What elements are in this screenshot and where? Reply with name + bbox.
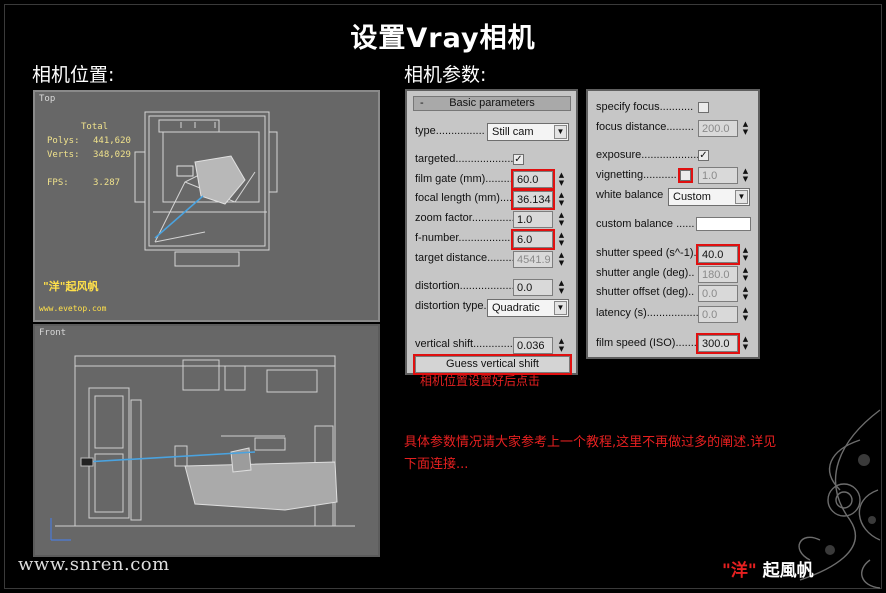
zoom-factor-label: zoom factor.............. [415, 212, 515, 224]
verts-value: 348,029 [93, 150, 131, 160]
front-viewport[interactable]: Front [33, 324, 380, 557]
guess-button-annotation: 相机位置设置好后点击 [420, 374, 541, 388]
shutter-offset-input[interactable]: 0.0 [698, 285, 738, 302]
vignetting-spinner-icon[interactable]: ▲ ▼ [741, 167, 750, 184]
shutter-angle-spinner-icon[interactable]: ▲ ▼ [741, 266, 750, 283]
reference-note: 具体参数情况请大家参考上一个教程,这里不再做过多的阐述.详见下面连接... [404, 435, 777, 472]
shutter-angle-label: shutter angle (deg).. [596, 267, 695, 279]
target-distance-label: target distance......... [415, 252, 515, 264]
custom-balance-label: custom balance ...... [596, 218, 695, 230]
stats-header: Total [81, 122, 109, 132]
film-speed-input[interactable]: 300.0 [696, 333, 740, 354]
camera-type-value: Still cam [492, 126, 534, 138]
focus-distance-input[interactable]: 200.0 [698, 120, 738, 137]
fps-label: FPS: [47, 178, 69, 188]
distortion-type-label: distortion type. [415, 300, 487, 312]
film-speed-spinner-icon[interactable]: ▲ ▼ [741, 335, 750, 352]
specify-focus-label: specify focus........... [596, 101, 694, 113]
logo-url: www.evetop.com [39, 304, 107, 313]
chevron-down-icon: ▼ [735, 190, 748, 204]
guess-vertical-shift-button[interactable]: Guess vertical shift [413, 354, 572, 375]
chevron-down-icon: ▼ [554, 125, 567, 139]
latency-spinner-icon[interactable]: ▲ ▼ [741, 306, 750, 323]
distortion-spinner-icon[interactable]: ▲ ▼ [557, 279, 566, 296]
basic-parameters-header[interactable]: - Basic parameters [413, 96, 571, 111]
vertical-shift-spinner-icon[interactable]: ▲ ▼ [557, 337, 566, 354]
focus-distance-spinner-icon[interactable]: ▲ ▼ [741, 120, 750, 137]
page-title: 设置Vray相机 [350, 23, 536, 54]
front-viewport-label: Front [39, 328, 67, 338]
shutter-offset-spinner-icon[interactable]: ▲ ▼ [741, 285, 750, 302]
scene-stats: Total Polys: 441,620 Verts: 348,029 FPS: 3.… [47, 120, 131, 190]
chevron-down-icon: ▼ [554, 301, 567, 315]
white-balance-label: white balance [596, 189, 664, 201]
type-label: type................ [415, 125, 485, 137]
vignetting-label: vignetting........... [596, 169, 677, 181]
zoom-factor-spinner-icon[interactable]: ▲ ▼ [557, 211, 566, 228]
footer-website: www.snren.com [18, 554, 170, 575]
target-distance-input[interactable]: 4541.9 [513, 251, 553, 268]
exposure-label: exposure................... [596, 149, 700, 161]
distortion-label: distortion.................. [415, 280, 515, 292]
camera-position-label: 相机位置: [32, 64, 115, 86]
camera-type-dropdown[interactable]: Still cam ▼ [487, 123, 569, 141]
focus-distance-label: focus distance......... [596, 121, 694, 133]
f-number-label: f-number................... [415, 232, 517, 244]
focal-length-spinner-icon[interactable]: ▲ ▼ [557, 191, 566, 208]
vignetting-checkbox[interactable] [678, 168, 693, 183]
target-distance-spinner-icon[interactable]: ▲ ▼ [557, 251, 566, 268]
focal-length-input[interactable]: 36.134 [511, 189, 555, 210]
film-gate-input[interactable]: 60.0 [511, 169, 555, 190]
polys-value: 441,620 [93, 136, 131, 146]
top-viewport-label: Top [39, 94, 56, 104]
custom-balance-color-swatch[interactable] [696, 217, 751, 231]
shutter-speed-input[interactable]: 40.0 [696, 244, 740, 265]
verts-label: Verts: [47, 150, 80, 160]
rollout-title: Basic parameters [449, 97, 535, 109]
focal-length-label: focal length (mm)..... [415, 192, 516, 204]
logo-text: "洋"起风帆 [43, 280, 99, 293]
distortion-type-dropdown[interactable]: Quadratic ▼ [487, 299, 569, 317]
white-balance-dropdown[interactable]: Custom ▼ [668, 188, 750, 206]
zoom-factor-input[interactable]: 1.0 [513, 211, 553, 228]
camera-params-label: 相机参数: [404, 64, 487, 86]
shutter-speed-label: shutter speed (s^-1). [596, 247, 697, 259]
specify-focus-checkbox[interactable] [698, 102, 709, 113]
fps-value: 3.287 [93, 178, 121, 188]
camera-exposure-rollout: specify focus........... focus distance.… [586, 89, 760, 359]
front-viewport-drawing [50, 355, 355, 541]
vertical-shift-input[interactable]: 0.036 [513, 337, 553, 354]
targeted-label: targeted................... [415, 153, 514, 165]
polys-label: Polys: [47, 136, 80, 146]
vignetting-input[interactable]: 1.0 [698, 167, 738, 184]
footer-signature-text: 起風帆 [762, 561, 814, 581]
exposure-checkbox[interactable]: ✓ [698, 150, 709, 161]
film-gate-label: film gate (mm)........... [415, 173, 519, 185]
f-number-input[interactable]: 6.0 [511, 229, 555, 250]
shutter-angle-input[interactable]: 180.0 [698, 266, 738, 283]
footer-signature: "洋" 起風帆 [722, 556, 814, 581]
film-speed-label: film speed (ISO)....... [596, 337, 697, 349]
film-gate-spinner-icon[interactable]: ▲ ▼ [557, 171, 566, 188]
shutter-speed-spinner-icon[interactable]: ▲ ▼ [741, 246, 750, 263]
footer-signature-mark: "洋" [722, 561, 757, 581]
distortion-type-value: Quadratic [492, 302, 540, 314]
top-viewport[interactable]: Top Total Polys: 441,620 Verts: 348,029 FP… [33, 90, 380, 322]
shutter-offset-label: shutter offset (deg).. [596, 286, 695, 298]
latency-input[interactable]: 0.0 [698, 306, 738, 323]
latency-label: latency (s)................. [596, 307, 699, 319]
white-balance-value: Custom [673, 191, 711, 203]
distortion-input[interactable]: 0.0 [513, 279, 553, 296]
targeted-checkbox[interactable]: ✓ [513, 154, 524, 165]
basic-parameters-rollout: - Basic parameters type................ … [405, 89, 578, 375]
vertical-shift-label: vertical shift............. [415, 338, 513, 350]
f-number-spinner-icon[interactable]: ▲ ▼ [557, 231, 566, 248]
